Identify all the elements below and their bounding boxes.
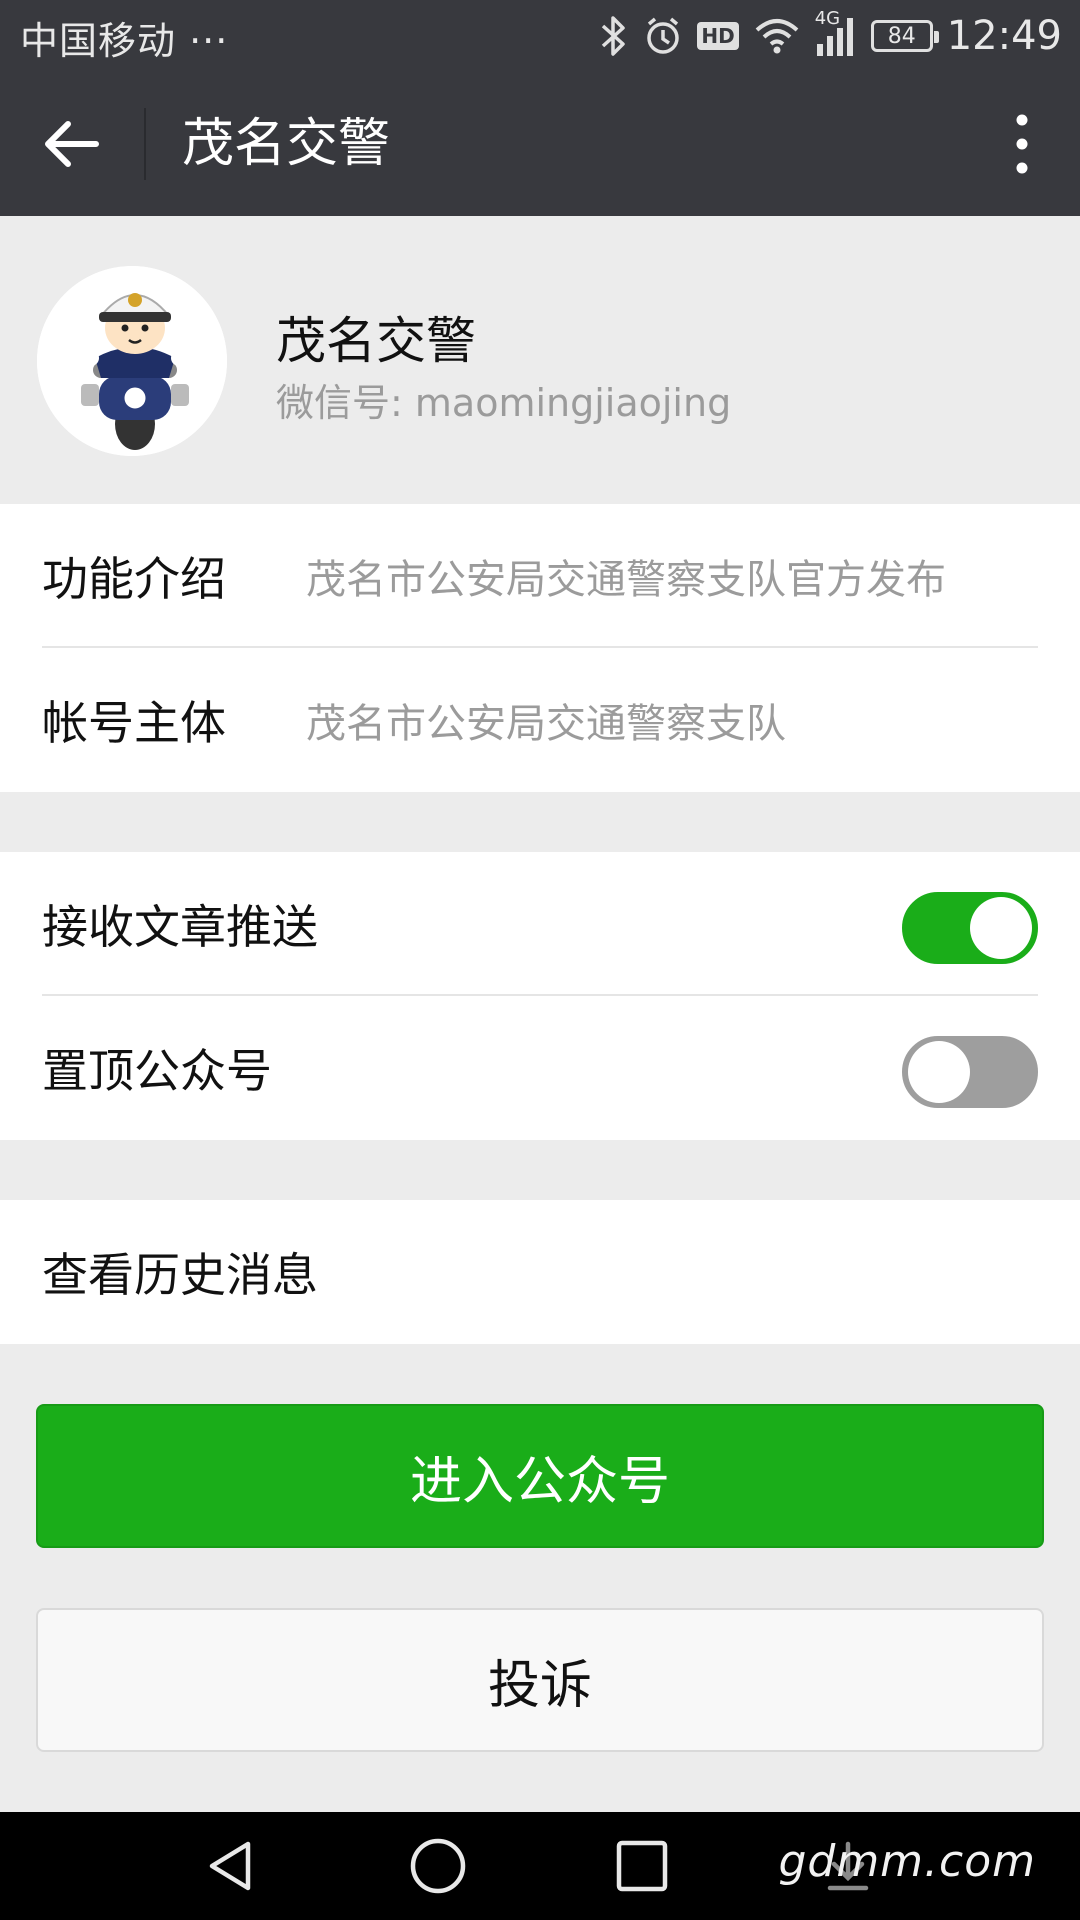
title-divider [144, 108, 146, 180]
site-watermark: gdmm.com [778, 1836, 1036, 1887]
pin-account-toggle[interactable] [902, 1036, 1038, 1108]
receive-articles-row: 接收文章推送 [0, 852, 1080, 996]
pin-account-row: 置顶公众号 [0, 996, 1080, 1140]
wechat-id-label: 微信号: [276, 381, 415, 425]
nav-recents-icon[interactable] [610, 1834, 674, 1898]
view-history-label: 查看历史消息 [42, 1248, 318, 1302]
battery-level: 84 [887, 23, 916, 49]
account-info-group: 功能介绍 茂名市公安局交通警察支队官方发布 帐号主体 茂名市公安局交通警察支队 [0, 504, 1080, 792]
hd-icon: HD [697, 22, 739, 50]
title-bar: 茂名交警 [0, 72, 1080, 216]
alarm-icon [643, 14, 683, 58]
bluetooth-icon [599, 14, 629, 58]
complain-button[interactable]: 投诉 [36, 1608, 1044, 1752]
intro-value: 茂名市公安局交通警察支队官方发布 [306, 557, 946, 603]
toggle-knob [970, 897, 1032, 959]
receive-articles-label: 接收文章推送 [42, 900, 318, 954]
wechat-id: 微信号: maomingjiaojing [276, 372, 731, 427]
back-arrow-icon[interactable] [40, 112, 104, 176]
network-type-label: 4G [814, 8, 841, 29]
battery-icon: 84 [870, 20, 939, 52]
status-icons: HD 4G 84 12:49 [599, 8, 1062, 64]
pin-account-label: 置顶公众号 [42, 1044, 272, 1098]
wechat-id-value: maomingjiaojing [414, 381, 732, 425]
account-name: 茂名交警 [276, 312, 476, 370]
avatar[interactable] [37, 266, 227, 456]
enter-account-button[interactable]: 进入公众号 [36, 1404, 1044, 1548]
owner-row: 帐号主体 茂名市公安局交通警察支队 [0, 648, 1080, 792]
intro-row: 功能介绍 茂名市公安局交通警察支队官方发布 [0, 504, 1080, 648]
clock: 12:49 [946, 13, 1062, 59]
carrier-label: 中国移动 ··· [20, 19, 229, 63]
owner-label: 帐号主体 [42, 696, 226, 750]
page-title: 茂名交警 [182, 114, 391, 174]
wifi-icon [753, 16, 801, 56]
more-vertical-icon[interactable] [1010, 112, 1034, 176]
history-group: 查看历史消息 [0, 1200, 1080, 1344]
receive-articles-toggle[interactable] [902, 892, 1038, 964]
toggle-knob [908, 1041, 970, 1103]
owner-value: 茂名市公安局交通警察支队 [306, 701, 786, 747]
signal-icon: 4G [815, 8, 857, 58]
view-history-row[interactable]: 查看历史消息 [0, 1200, 1080, 1344]
nav-home-icon[interactable] [406, 1834, 470, 1898]
settings-group: 接收文章推送 置顶公众号 [0, 852, 1080, 1140]
status-bar: 中国移动 ··· HD 4G 84 12:49 [0, 0, 1080, 72]
account-profile: 茂名交警 微信号: maomingjiaojing [0, 216, 1080, 504]
nav-back-icon[interactable] [200, 1834, 264, 1898]
intro-label: 功能介绍 [42, 552, 226, 606]
